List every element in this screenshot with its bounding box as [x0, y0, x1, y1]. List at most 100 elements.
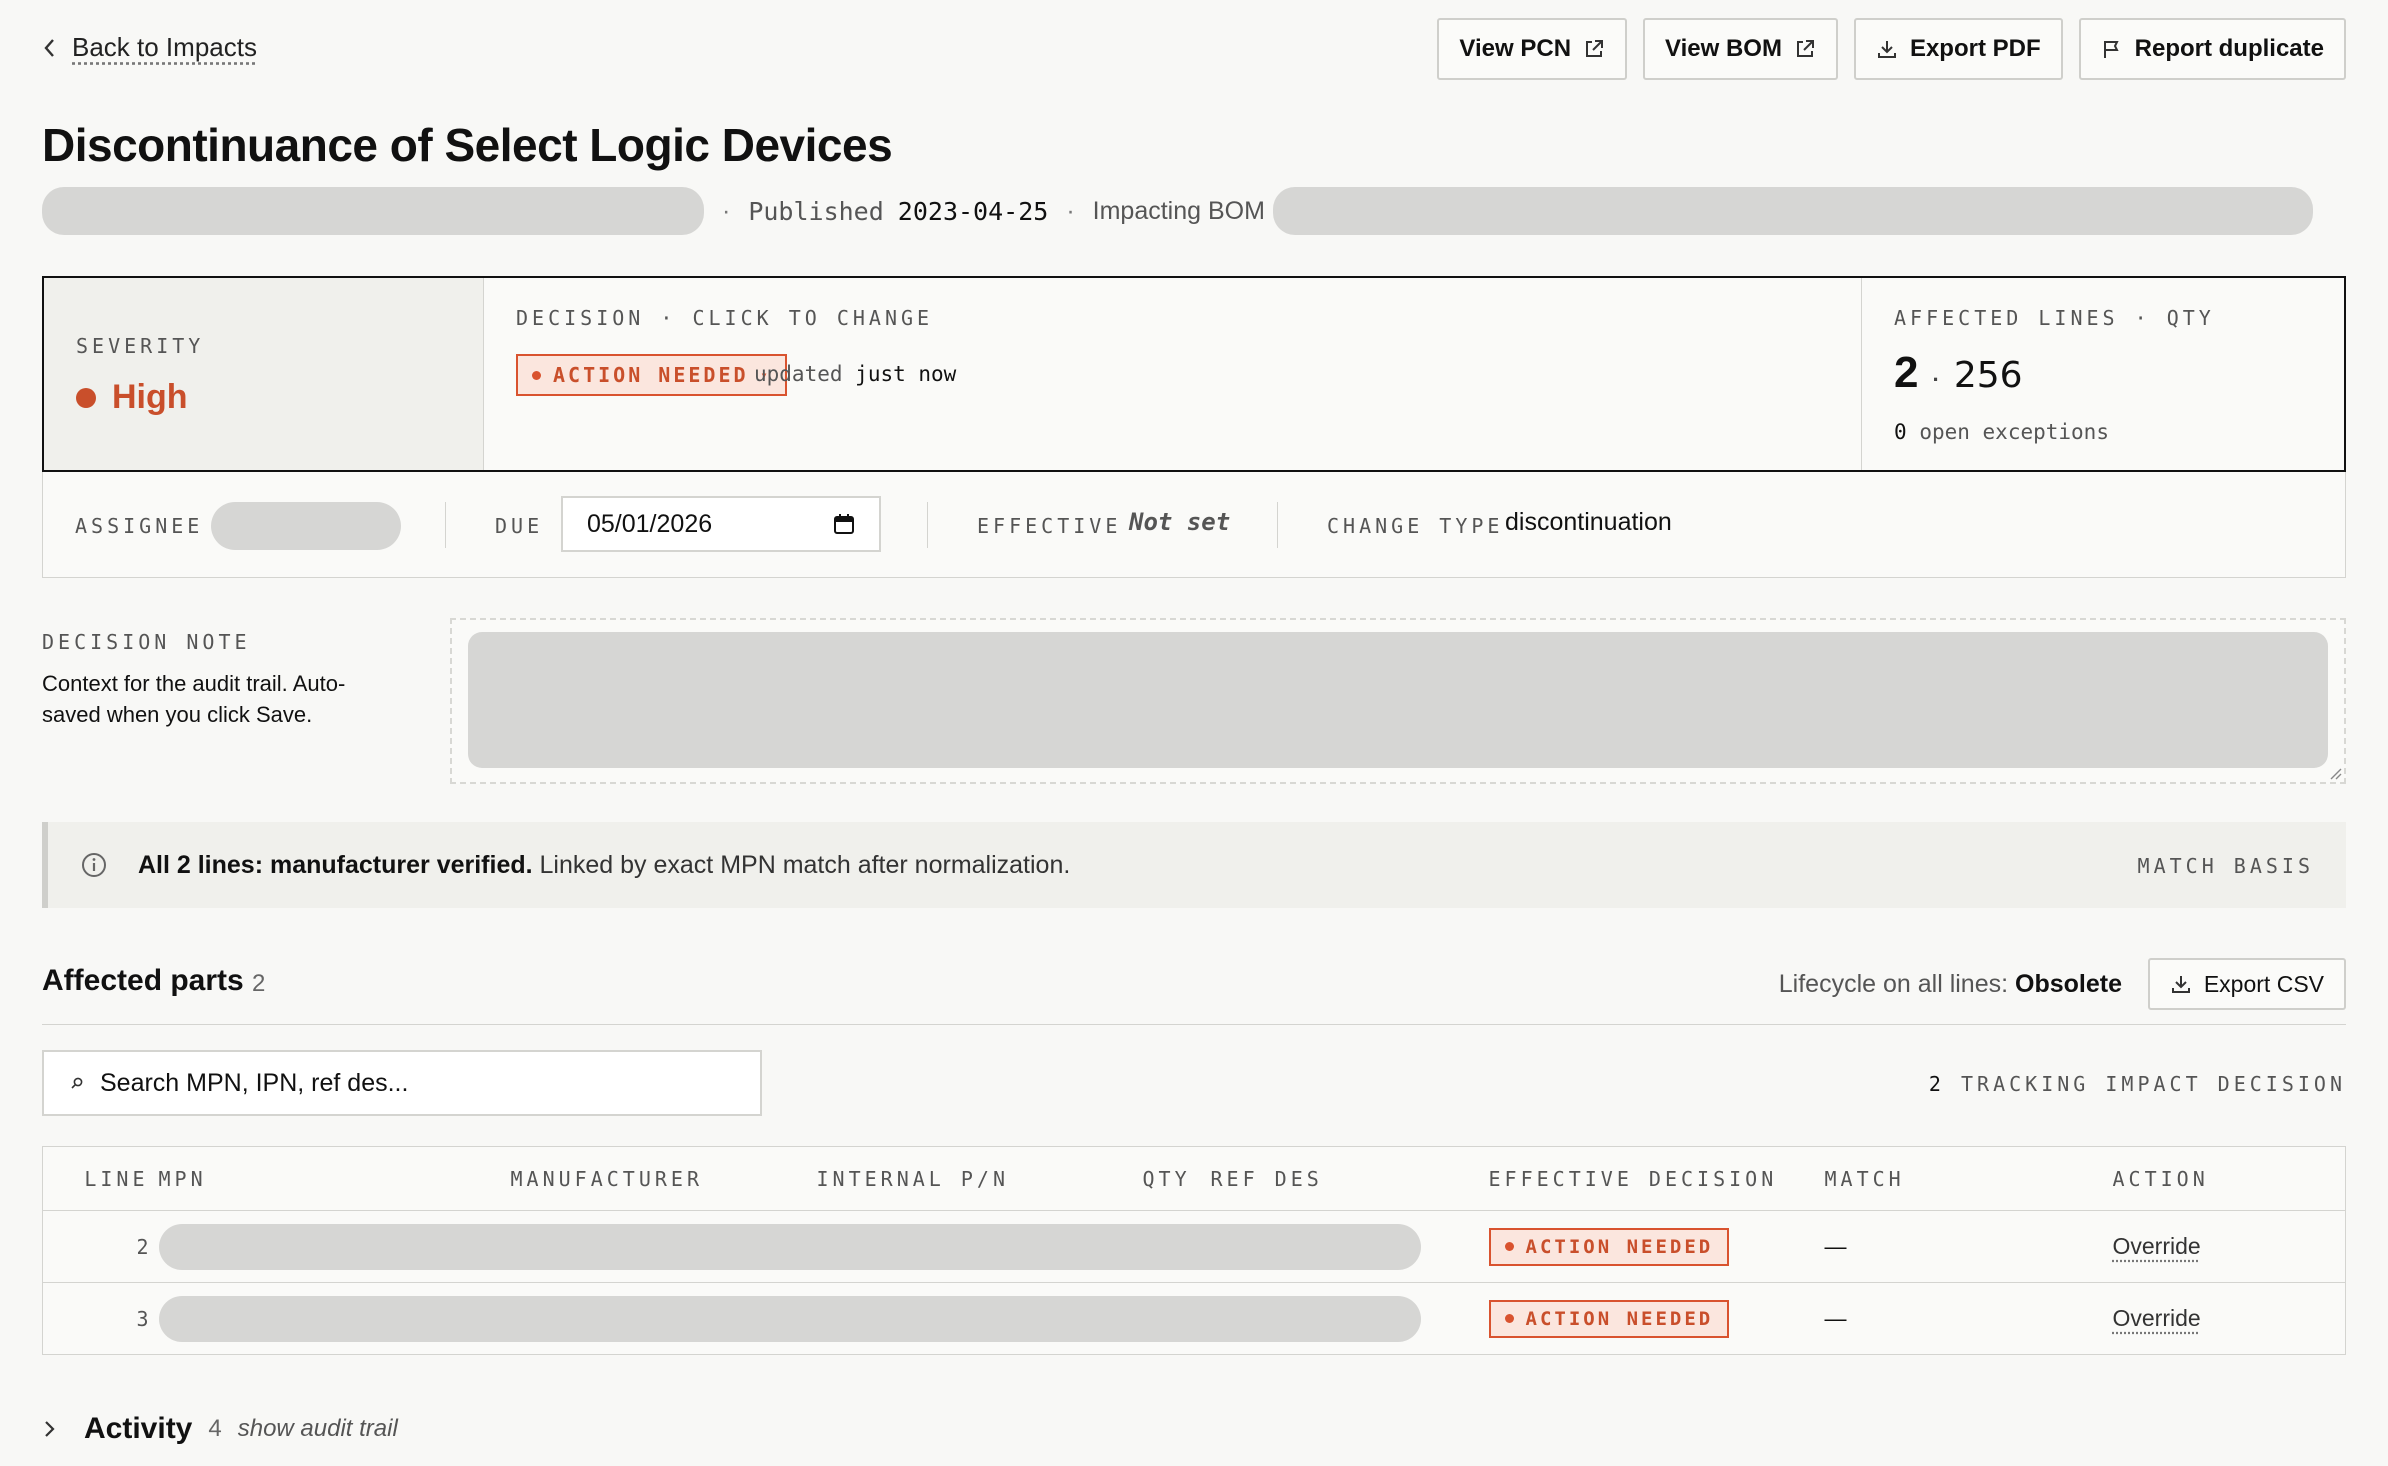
table-row: 3 ACTION NEEDED — Override: [43, 1283, 2346, 1355]
export-pdf-button[interactable]: Export PDF: [1853, 18, 2063, 80]
export-csv-button[interactable]: Export CSV: [2147, 958, 2346, 1010]
chevron-left-icon: [44, 38, 54, 57]
decision-value: ACTION NEEDED: [553, 363, 749, 387]
view-bom-button[interactable]: View BOM: [1643, 18, 1838, 80]
assignee-select[interactable]: [211, 502, 401, 550]
change-type-label: CHANGE TYPE: [1327, 514, 1504, 538]
status-badge: ACTION NEEDED: [1488, 1227, 1730, 1266]
redacted-source: [42, 187, 704, 235]
download-icon: [1877, 41, 1896, 58]
affected-parts-title: Affected parts: [42, 964, 244, 997]
due-date-input[interactable]: 05/01/2026: [561, 496, 881, 552]
back-link[interactable]: Back to Impacts: [42, 32, 257, 63]
override-link[interactable]: Override: [2113, 1233, 2201, 1259]
export-csv-label: Export CSV: [2203, 970, 2324, 997]
line-number: 3: [136, 1306, 149, 1331]
assignee-label: ASSIGNEE: [75, 514, 204, 538]
change-type-value: discontinuation: [1505, 508, 1672, 536]
calendar-icon[interactable]: [833, 513, 855, 535]
decision-cell: DECISION · CLICK TO CHANGE ACTION NEEDED…: [484, 278, 1862, 470]
match-cell: —: [1824, 1210, 2113, 1283]
severity-value: High: [76, 378, 188, 417]
severity-cell: SEVERITY High: [44, 278, 484, 470]
due-date-value: 05/01/2026: [587, 509, 713, 538]
lifecycle-status: Lifecycle on all lines: Obsolete: [1778, 970, 2122, 998]
match-info-message: All 2 lines: manufacturer verified. Link…: [138, 850, 1071, 879]
updated-timestamp: updated just now: [754, 362, 957, 386]
decision-note-help: Context for the audit trail. Auto-saved …: [42, 671, 346, 727]
decision-note-label: DECISION NOTE: [42, 630, 251, 654]
search-icon: [71, 1077, 83, 1089]
export-pdf-label: Export PDF: [1909, 35, 2041, 62]
table-row: 2 ACTION NEEDED — Override: [42, 1210, 2346, 1283]
override-link[interactable]: Override: [2113, 1305, 2201, 1331]
redacted-part-info: [158, 1210, 1489, 1283]
effective-label: EFFECTIVE: [977, 514, 1122, 538]
external-link-icon: [1796, 40, 1814, 57]
parts-search-input[interactable]: Search MPN, IPN, ref des...: [42, 1050, 762, 1116]
fields-row: ASSIGNEE DUE 05/01/2026 EFFECTIVE Not se…: [42, 472, 2346, 578]
match-basis-label: MATCH BASIS: [2137, 854, 2314, 878]
affected-qty: 256: [1953, 355, 2023, 396]
effective-value[interactable]: Not set: [1129, 508, 1230, 536]
status-dot-icon: [1504, 1242, 1514, 1251]
redacted-bom[interactable]: [1272, 187, 2313, 235]
external-link-icon: [1586, 40, 1604, 57]
due-label: DUE: [495, 514, 544, 538]
affected-lines: 2: [1894, 348, 1919, 397]
published-label: Published: [748, 196, 884, 226]
search-placeholder: Search MPN, IPN, ref des...: [100, 1068, 409, 1097]
decision-note-textarea[interactable]: [450, 618, 2346, 784]
toolbar: View PCN View BOM Export PDF Report dupl…: [1437, 18, 2346, 80]
affected-label: AFFECTED LINES · QTY: [1894, 306, 2215, 330]
back-link-label: Back to Impacts: [72, 32, 257, 62]
activity-title: Activity: [84, 1412, 193, 1445]
decision-dropdown[interactable]: ACTION NEEDED ▾: [516, 354, 787, 396]
line-number: 2: [42, 1210, 159, 1283]
col-line[interactable]: LINE: [42, 1146, 159, 1211]
col-action: ACTION: [2112, 1146, 2346, 1211]
info-icon: [82, 853, 106, 877]
resize-handle-icon[interactable]: [2328, 766, 2342, 780]
redacted-part-info: [158, 1283, 1489, 1355]
col-match[interactable]: MATCH: [1824, 1146, 2113, 1211]
published-date: 2023-04-25: [897, 196, 1049, 226]
impacting-bom-label: Impacting BOM: [1092, 196, 1265, 225]
page-title: Discontinuance of Select Logic Devices: [42, 119, 893, 171]
download-icon: [2171, 976, 2190, 993]
top-bar: Back to Impacts View PCN View BOM Export…: [42, 18, 2346, 80]
col-mpn[interactable]: MPN: [158, 1146, 511, 1211]
table-header-row: LINE MPN MANUFACTURER INTERNAL P/N QTY R…: [42, 1146, 2346, 1211]
action-cell: Override: [2112, 1210, 2346, 1283]
severity-dot-icon: [76, 387, 96, 408]
action-cell: Override: [2113, 1283, 2346, 1355]
affected-parts-table: LINE MPN MANUFACTURER INTERNAL P/N QTY R…: [42, 1146, 2346, 1355]
report-duplicate-label: Report duplicate: [2134, 35, 2324, 62]
affected-parts-header: Affected parts 2 Lifecycle on all lines:…: [42, 958, 2346, 1014]
affected-counts: 2 · 256: [1894, 348, 2023, 397]
view-bom-label: View BOM: [1665, 35, 1782, 62]
status-badge: ACTION NEEDED: [1488, 1299, 1730, 1338]
activity-toggle[interactable]: Activity 4 show audit trail: [42, 1412, 398, 1446]
decision-label: DECISION · CLICK TO CHANGE: [516, 306, 934, 330]
col-manufacturer[interactable]: MANUFACTURER: [510, 1146, 817, 1211]
col-effective-decision[interactable]: EFFECTIVE DECISION: [1488, 1146, 1825, 1211]
match-info-banner: All 2 lines: manufacturer verified. Link…: [42, 822, 2346, 908]
meta-line: · Published 2023-04-25 · Impacting BOM: [42, 186, 2346, 236]
view-pcn-label: View PCN: [1459, 35, 1572, 62]
report-duplicate-button[interactable]: Report duplicate: [2078, 18, 2346, 80]
effective-decision-cell: ACTION NEEDED: [1488, 1283, 1825, 1355]
view-pcn-button[interactable]: View PCN: [1437, 18, 1628, 80]
match-cell: —: [1824, 1305, 1847, 1331]
tracking-summary: 2 TRACKING IMPACT DECISION: [1928, 1072, 2346, 1096]
status-dot-icon: [532, 370, 541, 380]
activity-count: 4: [208, 1415, 222, 1442]
col-internal-pn[interactable]: INTERNAL P/N: [816, 1146, 1143, 1211]
affected-parts-count: 2: [252, 970, 266, 997]
open-exceptions: 0 open exceptions: [1894, 420, 2109, 444]
status-dot-icon: [1504, 1314, 1514, 1323]
severity-text: High: [112, 378, 188, 416]
col-ref-des[interactable]: REF DES: [1210, 1146, 1489, 1211]
col-qty[interactable]: QTY: [1142, 1146, 1211, 1211]
effective-decision-cell: ACTION NEEDED: [1488, 1210, 1825, 1283]
